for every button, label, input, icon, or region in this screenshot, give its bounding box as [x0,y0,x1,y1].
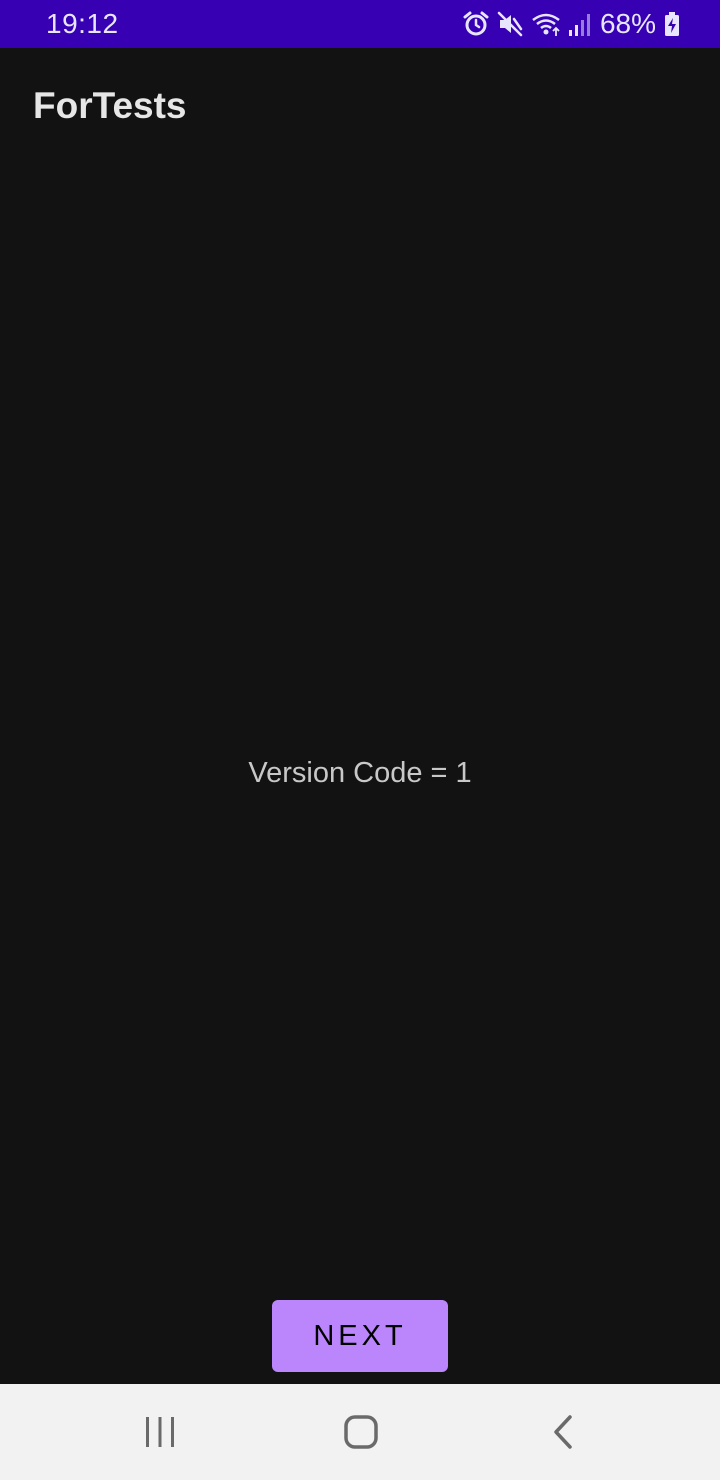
battery-percent: 68% [599,8,656,39]
signal-icon [568,10,592,38]
home-button[interactable] [329,1404,393,1460]
status-bar: 19:12 68% [0,0,720,48]
recents-icon [146,1417,174,1447]
recents-button[interactable] [128,1404,192,1460]
navigation-bar [0,1384,720,1480]
app-title: ForTests [33,85,187,126]
status-time: 19:12 [46,8,119,39]
back-button[interactable] [531,1404,595,1460]
next-button[interactable]: NEXT [272,1300,448,1372]
version-code-text: Version Code = 1 [248,757,472,789]
status-icons: 68% [462,8,680,40]
alarm-icon [462,10,490,38]
battery-charging-icon [664,10,680,38]
mute-icon [496,10,524,38]
back-icon [554,1415,572,1449]
home-icon [344,1415,378,1449]
wifi-icon [530,10,562,38]
